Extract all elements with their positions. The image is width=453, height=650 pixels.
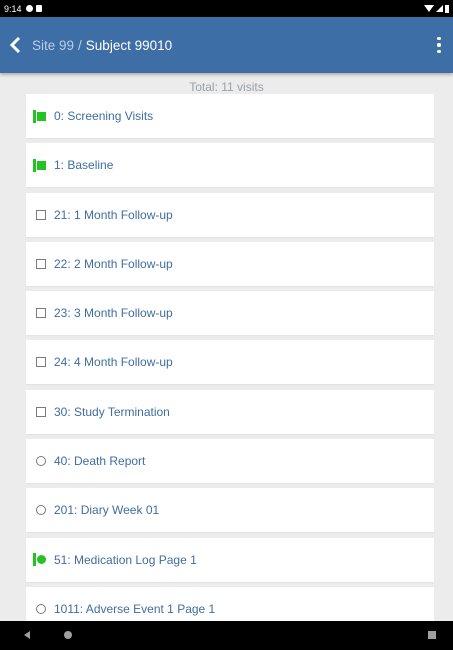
- visit-row[interactable]: 24: 4 Month Follow-up: [26, 340, 434, 385]
- app-bar: Site 99 / Subject 99010: [0, 17, 453, 73]
- visit-list: 0: Screening Visits 1: Baseline 21: 1 Mont…: [26, 94, 434, 636]
- nav-recents-icon[interactable]: [428, 631, 436, 639]
- visit-row[interactable]: 22: 2 Month Follow-up: [26, 241, 434, 286]
- notification-icon: [25, 5, 33, 12]
- visit-row[interactable]: 201: Diary Week 01: [26, 488, 434, 533]
- overflow-menu-icon[interactable]: [431, 17, 447, 73]
- battery-icon: [445, 4, 449, 13]
- visit-row[interactable]: 51: Medication Log Page 1: [26, 537, 434, 582]
- breadcrumb-subject: Subject 99010: [85, 37, 173, 53]
- empty-square-icon: [33, 355, 49, 369]
- visit-label: 1: Baseline: [54, 158, 114, 173]
- visit-label: 201: Diary Week 01: [54, 503, 160, 518]
- visit-row[interactable]: 1: Baseline: [26, 143, 434, 188]
- visit-label: 22: 2 Month Follow-up: [54, 256, 173, 271]
- flag-square-icon: [33, 158, 49, 172]
- breadcrumb-site[interactable]: Site 99: [32, 38, 74, 53]
- total-visits: Total: 11 visits: [189, 80, 264, 94]
- visit-label: 21: 1 Month Follow-up: [54, 207, 173, 222]
- wifi-icon: [424, 5, 434, 12]
- visit-row[interactable]: 23: 3 Month Follow-up: [26, 291, 434, 336]
- visit-label: 0: Screening Visits: [54, 109, 154, 123]
- flag-square-icon: [33, 109, 49, 123]
- navigation-bar: [0, 621, 453, 650]
- visit-row[interactable]: 0: Screening Visits: [26, 94, 434, 138]
- visit-label: 24: 4 Month Follow-up: [54, 355, 173, 370]
- visit-label: 51: Medication Log Page 1: [54, 552, 197, 567]
- visit-row[interactable]: 40: Death Report: [26, 439, 434, 484]
- empty-square-icon: [33, 208, 49, 222]
- back-arrow-icon[interactable]: [0, 17, 32, 73]
- status-bar: 9:14: [0, 0, 453, 17]
- visit-label: 40: Death Report: [54, 454, 146, 469]
- empty-square-icon: [33, 405, 49, 419]
- breadcrumb-separator: /: [78, 37, 82, 53]
- breadcrumb: Site 99 / Subject 99010: [32, 38, 172, 53]
- visit-row[interactable]: 30: Study Termination: [26, 389, 434, 434]
- visit-row[interactable]: 21: 1 Month Follow-up: [26, 192, 434, 237]
- empty-circle-icon: [33, 454, 49, 468]
- status-time: 9:14: [4, 3, 22, 14]
- nav-back-icon[interactable]: [24, 631, 30, 639]
- empty-square-icon: [33, 306, 49, 320]
- empty-circle-icon: [33, 503, 49, 517]
- visit-label: 23: 3 Month Follow-up: [54, 306, 173, 321]
- signal-icon: [436, 5, 443, 12]
- empty-square-icon: [33, 257, 49, 271]
- sd-card-icon: [35, 5, 42, 12]
- visit-label: 1011: Adverse Event 1 Page 1: [54, 601, 216, 616]
- empty-circle-icon: [33, 602, 49, 616]
- nav-home-icon[interactable]: [64, 631, 72, 639]
- visit-label: 30: Study Termination: [54, 404, 170, 419]
- flag-circle-icon: [33, 553, 49, 567]
